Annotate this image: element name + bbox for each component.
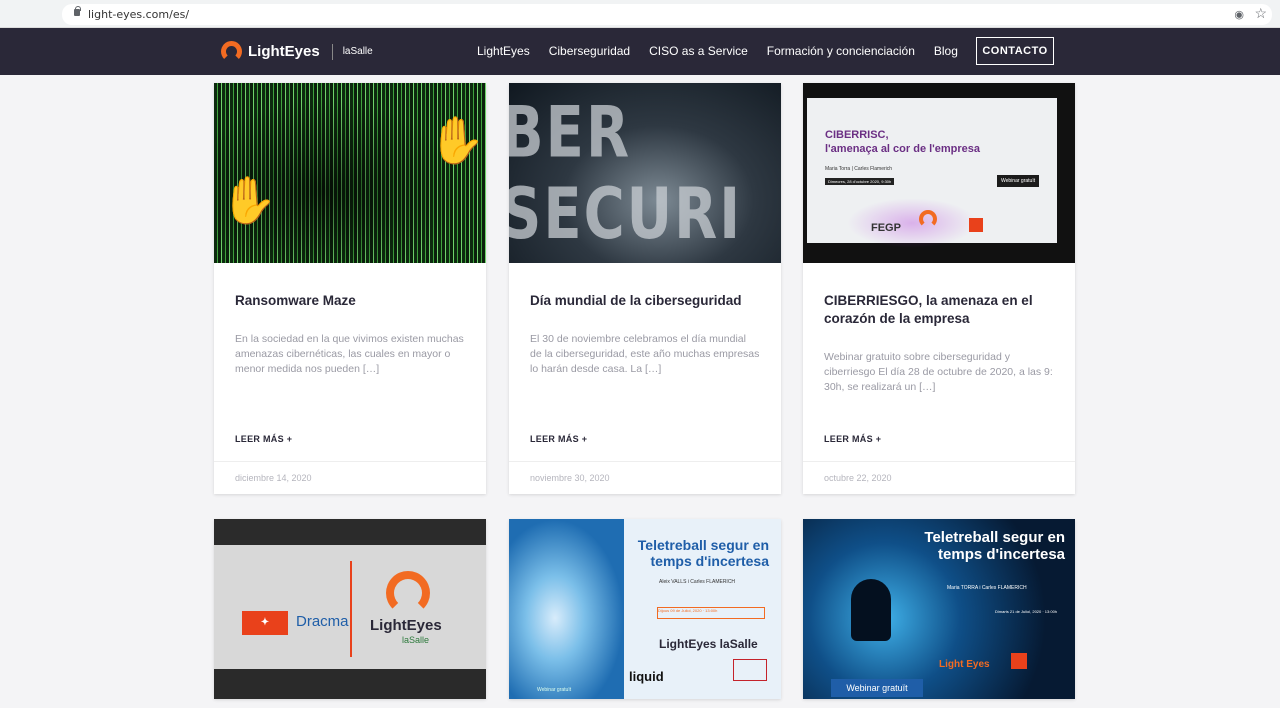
cyber-security-image: BER SECURI [509,83,781,263]
post-image[interactable]: CIBERRISC, l'amenaça al cor de l'empresa… [803,83,1075,263]
contact-button[interactable]: CONTACTO [976,37,1054,65]
webinar-label: Webinar gratuït [537,687,572,693]
post-excerpt: Webinar gratuito sobre ciberseguridad y … [824,351,1053,393]
post-card: Teletreball segur en temps d'incertesa M… [803,519,1075,699]
lock-icon [74,6,81,16]
logo-divider [331,43,333,60]
logo[interactable]: LightEyes laSalle [221,41,373,62]
browser-toolbar: light-eyes.com/es/ ◉ ☆ [0,0,1280,28]
lighteyes-logo-icon [919,210,937,228]
divider-line [350,561,352,657]
post-image[interactable]: Teletreball segur en temps d'incertesa M… [803,519,1075,699]
lighteyes-logo-icon [221,41,242,62]
partner-logo: laSalle [342,45,373,57]
post-image[interactable]: ✦ Dracma LightEyes laSalle [214,519,486,699]
hand-icon: ✋ [220,174,278,226]
site-header: LightEyes laSalle LightEyes Cibersegurid… [0,28,1280,75]
url-text[interactable]: light-eyes.com/es/ [88,8,189,21]
lighteyes-text: Light Eyes [939,659,990,670]
slide-title: CIBERRISC, l'amenaça al cor de l'empresa [825,129,981,155]
post-title[interactable]: Ransomware Maze [235,292,465,310]
menu-item-ciso[interactable]: CISO as a Service [649,44,748,58]
eye-off-icon[interactable]: ◉ [1234,8,1244,21]
post-date: diciembre 14, 2020 [214,461,486,494]
post-card: CIBERRISC, l'amenaça al cor de l'empresa… [803,83,1075,494]
teletreball-image: Teletreball segur en temps d'incertesa A… [509,519,781,699]
menu-item-formacion[interactable]: Formación y concienciación [767,44,915,58]
sponsor-logo-icon [733,659,767,681]
dracma-logo-icon [969,218,983,232]
teletreball-title: Teletreball segur en temps d'incertesa [924,529,1065,563]
main-menu: LightEyes Ciberseguridad CISO as a Servi… [477,44,977,58]
post-excerpt: El 30 de noviembre celebramos el día mun… [530,333,760,375]
dracma-logo-icon [1011,653,1027,669]
slide-webinar-badge: Webinar gratuït [997,175,1040,187]
slide-date: Dimecres, 28 d'octubre 2020, 9:30h [825,178,895,185]
post-date: octubre 22, 2020 [803,461,1075,494]
partner-name: laSalle [342,45,373,57]
post-card: ✋ ✋ Ransomware Maze En la sociedad en la… [214,83,486,494]
dracma-lighteyes-image: ✦ Dracma LightEyes laSalle [214,519,486,699]
menu-item-blog[interactable]: Blog [934,44,958,58]
post-body: Ransomware Maze En la sociedad en la que… [214,263,486,494]
teletreball-date: Dijous 09 de Juliol, 2020 · 13:00h [657,607,765,619]
keyhole-icon [851,579,891,641]
address-bar[interactable] [62,4,1272,25]
post-image[interactable]: BER SECURI [509,83,781,263]
dracma-text: Dracma [296,613,349,630]
post-image[interactable]: Teletreball segur en temps d'incertesa A… [509,519,781,699]
post-card: Teletreball segur en temps d'incertesa A… [509,519,781,699]
teletreball-title: Teletreball segur en temps d'incertesa [637,537,769,569]
lighteyes-logo-icon [386,571,430,615]
post-title[interactable]: CIBERRIESGO, la amenaza en el corazón de… [824,292,1054,328]
teletreball-names: Maria TORRA i Carles FLAMERICH [947,585,1027,591]
post-title[interactable]: Día mundial de la ciberseguridad [530,292,760,310]
teletreball-date: Dimarts 21 de Juliol, 2020 · 13:00h [995,609,1058,614]
dracma-logo-icon: ✦ [242,611,288,635]
slide-fegp-logo: FEGP [871,222,901,234]
read-more-link[interactable]: LEER MÁS + [824,434,881,444]
teletreball-names: Aleix VALLS i Carles FLAMERICH [659,579,736,585]
post-card: ✦ Dracma LightEyes laSalle [214,519,486,699]
menu-item-ciberseguridad[interactable]: Ciberseguridad [549,44,630,58]
lasalle-text: laSalle [402,635,430,645]
lighteyes-text: LightEyes [370,617,442,634]
read-more-link[interactable]: LEER MÁS + [530,434,587,444]
webinar-slide-image: CIBERRISC, l'amenaça al cor de l'empresa… [803,83,1075,263]
slide-names: Maria Torra | Carles Flamerich [825,166,893,172]
post-image[interactable]: ✋ ✋ [214,83,486,263]
read-more-link[interactable]: LEER MÁS + [235,434,292,444]
brand-name: LightEyes [248,43,320,60]
post-card: BER SECURI Día mundial de la ciberseguri… [509,83,781,494]
liquid-logo: liquid [629,669,664,684]
network-image: Teletreball segur en temps d'incertesa M… [803,519,1075,699]
post-body: CIBERRIESGO, la amenaza en el corazón de… [803,263,1075,494]
cyber-text: BER SECURI [509,92,743,256]
webinar-badge: Webinar gratuït [831,679,923,697]
star-icon[interactable]: ☆ [1254,5,1267,22]
hand-icon: ✋ [428,114,486,166]
post-date: noviembre 30, 2020 [509,461,781,494]
lighteyes-text: LightEyes laSalle [659,637,758,651]
post-excerpt: En la sociedad en la que vivimos existen… [235,333,464,375]
keyboard-hand-image [509,519,624,699]
post-body: Día mundial de la ciberseguridad El 30 d… [509,263,781,494]
menu-item-lighteyes[interactable]: LightEyes [477,44,530,58]
